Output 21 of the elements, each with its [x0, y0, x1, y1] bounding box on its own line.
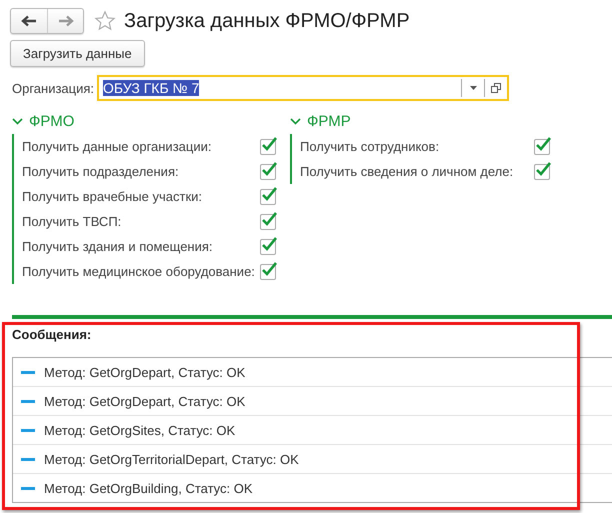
message-text: Метод: GetOrgTerritorialDepart, Статус: OK: [44, 452, 299, 466]
message-text: Метод: GetOrgSites, Статус: OK: [44, 422, 236, 438]
message-text: Метод: GetOrgBuilding, Статус: OK: [44, 480, 253, 496]
option-label: Получить данные организации:: [22, 139, 212, 154]
group-header[interactable]: ФРМО: [12, 113, 276, 130]
option-label: Получить ТВСП:: [22, 214, 122, 229]
option-label: Получить врачебные участки:: [22, 189, 202, 204]
option-label: Получить здания и помещения:: [22, 239, 213, 254]
option-label: Получить сведения о личном деле:: [300, 164, 514, 179]
option-label: Получить подразделения:: [22, 164, 179, 179]
load-data-button[interactable]: Загрузить данные: [10, 40, 145, 67]
message-text: Метод: GetOrgDepart, Статус: OK: [44, 394, 246, 408]
group-header[interactable]: ФРМР: [290, 113, 550, 130]
messages-title: Сообщения:: [12, 326, 92, 344]
organization-field[interactable]: ОБУЗ ГКБ № 7: [97, 75, 510, 101]
option-label: Получить медицинское оборудование:: [22, 264, 255, 279]
field-label: Организация:: [12, 80, 94, 96]
window-title: Загрузка данных ФРМО/ФРМР: [124, 10, 410, 32]
option-label: Получить сотрудников:: [300, 139, 440, 154]
field-value: ОБУЗ ГКБ № 7: [103, 80, 200, 96]
message-text: Метод: GetOrgDepart, Статус: OK: [44, 364, 246, 380]
